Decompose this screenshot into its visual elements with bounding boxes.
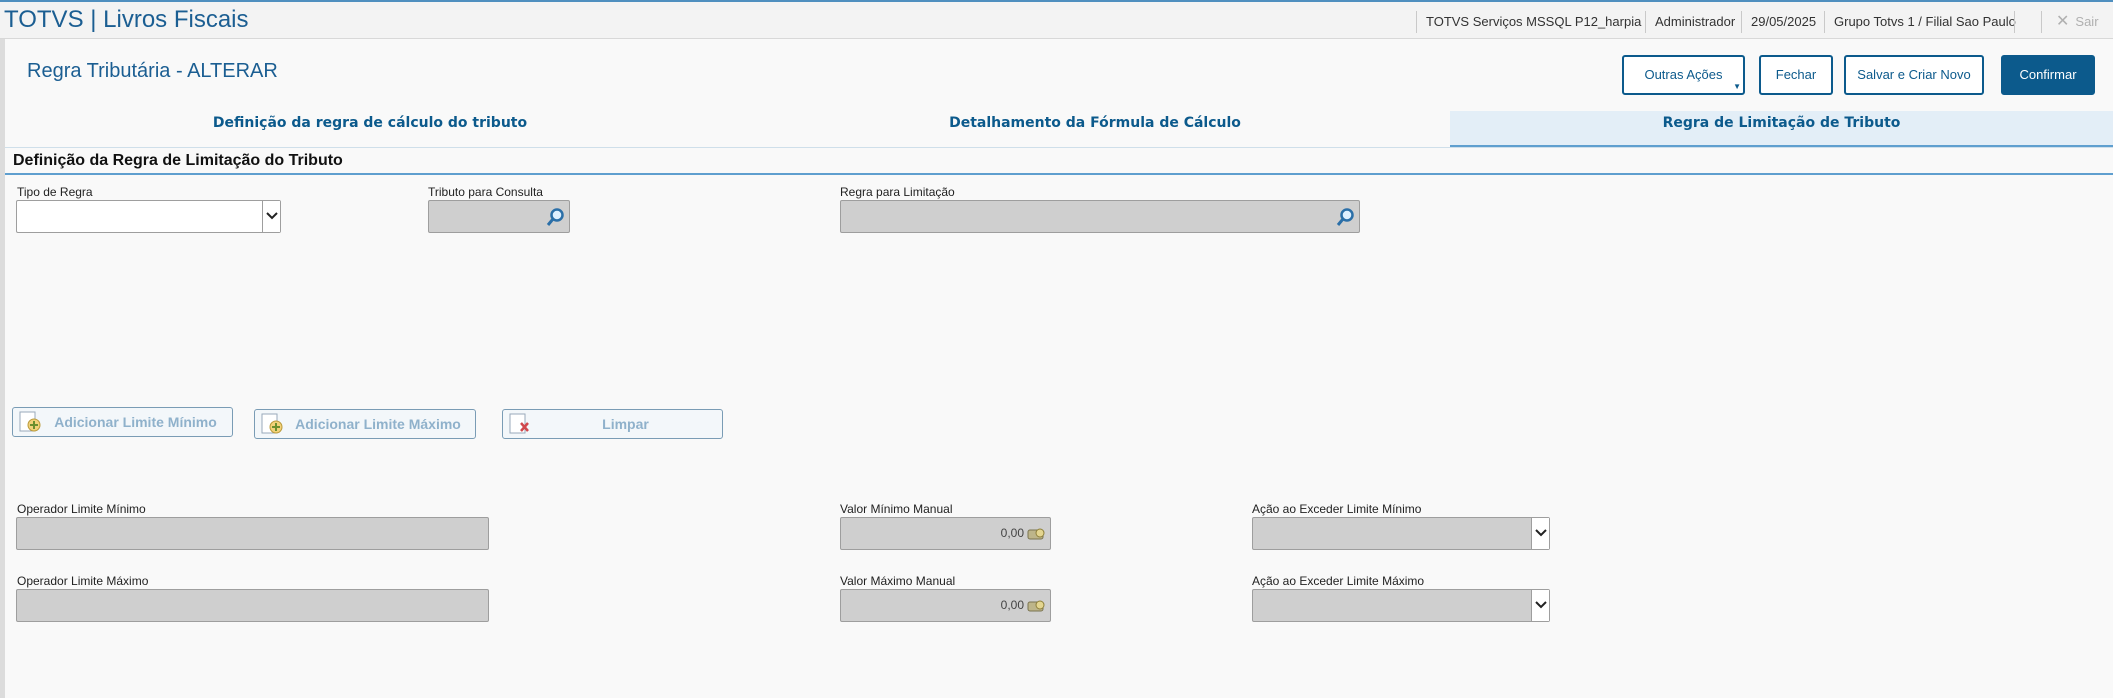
- add-document-icon: [261, 413, 283, 434]
- operador-min-label: Operador Limite Mínimo: [17, 502, 146, 516]
- section-divider: [5, 173, 2113, 175]
- tab-detalhamento-formula[interactable]: Detalhamento da Fórmula de Cálculo: [735, 111, 1455, 147]
- add-min-limit-button[interactable]: Adicionar Limite Mínimo: [12, 407, 233, 437]
- environment-info[interactable]: TOTVS Serviços MSSQL P12_harpia: [1416, 11, 1650, 33]
- exit-button[interactable]: ✕ Sair: [2041, 11, 2099, 33]
- acao-max-dropdown[interactable]: [1531, 590, 1549, 621]
- close-icon: ✕: [2056, 13, 2070, 30]
- valor-min-field[interactable]: 0,00: [840, 517, 1051, 550]
- operador-max-field[interactable]: [16, 589, 489, 622]
- add-document-icon: [19, 411, 41, 432]
- company-info[interactable]: Grupo Totvs 1 / Filial Sao Paulo: [1824, 11, 2025, 33]
- confirm-button[interactable]: Confirmar: [2001, 55, 2095, 95]
- valor-max-label: Valor Máximo Manual: [840, 574, 956, 588]
- clear-label: Limpar: [602, 416, 649, 432]
- valor-max-value: 0,00: [1000, 598, 1024, 612]
- caret-down-icon: ▼: [1733, 82, 1741, 91]
- user-info[interactable]: Administrador: [1645, 11, 1744, 33]
- other-actions-button[interactable]: Outras Ações ▼: [1622, 55, 1745, 95]
- add-min-limit-label: Adicionar Limite Mínimo: [54, 414, 217, 430]
- chevron-down-icon: [1535, 601, 1547, 609]
- valor-min-value: 0,00: [1000, 526, 1024, 540]
- tab-definicao-regra[interactable]: Definição da regra de cálculo do tributo: [5, 111, 735, 147]
- clear-button[interactable]: Limpar: [502, 409, 723, 439]
- valor-min-label: Valor Mínimo Manual: [840, 502, 953, 516]
- top-bar: TOTVS | Livros Fiscais TOTVS Serviços MS…: [0, 0, 2113, 39]
- money-icon: [1027, 600, 1045, 612]
- tipo-regra-dropdown[interactable]: [262, 201, 280, 232]
- tributo-consulta-field[interactable]: [428, 200, 570, 233]
- tributo-consulta-label: Tributo para Consulta: [428, 185, 543, 199]
- acao-max-label: Ação ao Exceder Limite Máximo: [1252, 574, 1425, 588]
- acao-min-select[interactable]: [1252, 517, 1550, 550]
- valor-max-field[interactable]: 0,00: [840, 589, 1051, 622]
- chevron-down-icon: [1535, 529, 1547, 537]
- acao-min-dropdown[interactable]: [1531, 518, 1549, 549]
- page-title: Regra Tributária - ALTERAR: [27, 60, 278, 82]
- chevron-down-icon: [266, 212, 278, 220]
- app-title: TOTVS | Livros Fiscais: [4, 6, 249, 33]
- acao-max-select[interactable]: [1252, 589, 1550, 622]
- acao-min-label: Ação ao Exceder Limite Mínimo: [1252, 502, 1422, 516]
- date-info[interactable]: 29/05/2025: [1741, 11, 1825, 33]
- tab-bar: Definição da regra de cálculo do tributo…: [5, 111, 2113, 148]
- regra-limitacao-field[interactable]: [840, 200, 1360, 233]
- operador-min-field[interactable]: [16, 517, 489, 550]
- tipo-regra-select[interactable]: [16, 200, 281, 233]
- other-actions-label: Outras Ações: [1644, 67, 1723, 82]
- search-icon[interactable]: [546, 207, 566, 227]
- save-and-new-button[interactable]: Salvar e Criar Novo: [1844, 55, 1984, 95]
- delete-document-icon: [509, 413, 529, 434]
- tipo-regra-label: Tipo de Regra: [17, 185, 93, 199]
- search-icon[interactable]: [1336, 207, 1356, 227]
- add-max-limit-button[interactable]: Adicionar Limite Máximo: [254, 409, 476, 439]
- operador-max-label: Operador Limite Máximo: [17, 574, 149, 588]
- close-button[interactable]: Fechar: [1759, 55, 1833, 95]
- add-max-limit-label: Adicionar Limite Máximo: [295, 416, 461, 432]
- section-title: Definição da Regra de Limitação do Tribu…: [13, 152, 343, 169]
- money-icon: [1027, 528, 1045, 540]
- header-divider: [2014, 11, 2018, 33]
- exit-label: Sair: [2075, 14, 2099, 29]
- tab-regra-limitacao[interactable]: Regra de Limitação de Tributo: [1450, 111, 2113, 147]
- regra-limitacao-label: Regra para Limitação: [840, 185, 955, 199]
